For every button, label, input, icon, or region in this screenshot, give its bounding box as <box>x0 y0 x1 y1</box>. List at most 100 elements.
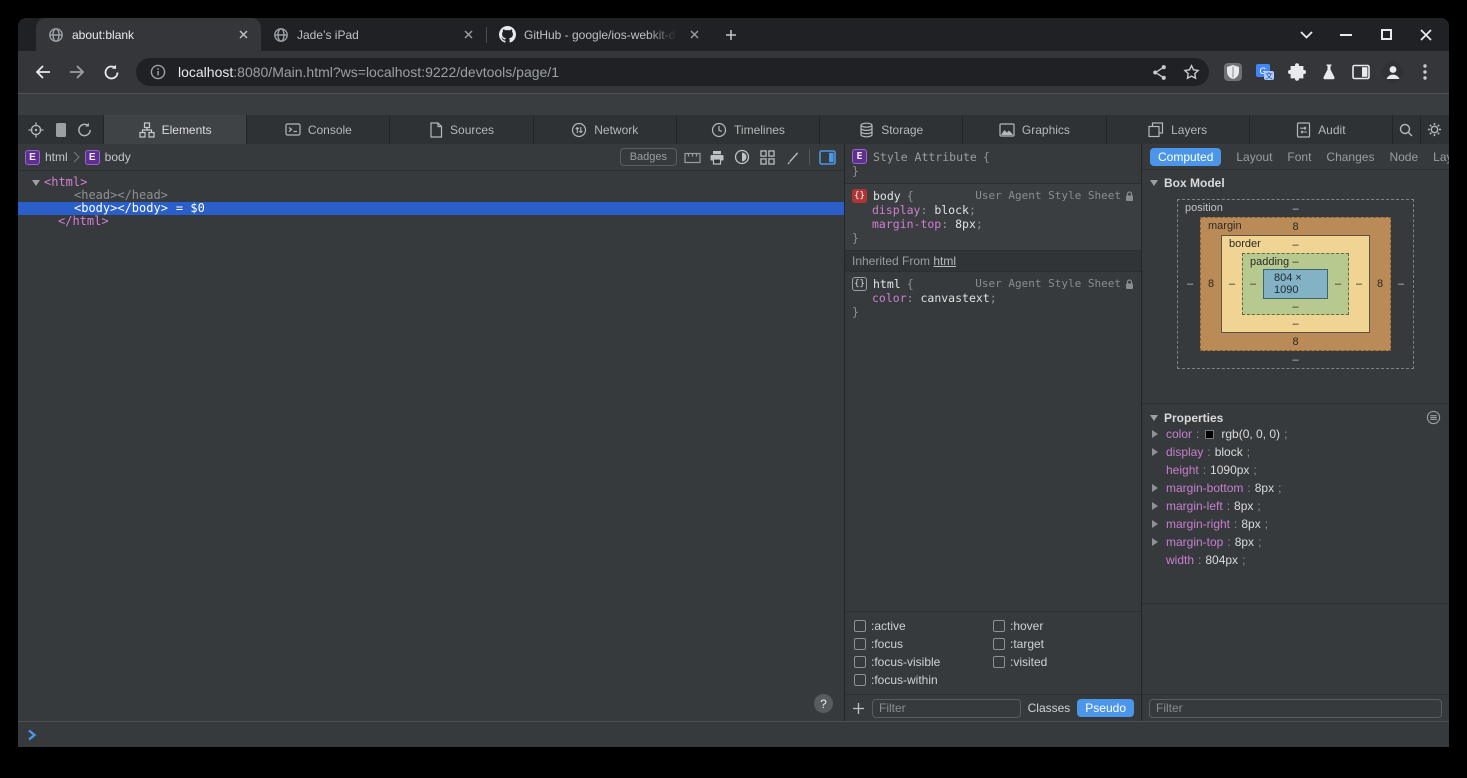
translate-extension-icon[interactable]: G文 <box>1251 58 1279 86</box>
tab-changes[interactable]: Changes <box>1326 150 1374 164</box>
tab-search-chevron-icon[interactable] <box>1299 28 1313 42</box>
tab-close-button[interactable] <box>235 27 251 43</box>
pseudo-hover-checkbox[interactable]: :hover <box>993 619 1132 633</box>
shield-extension-icon[interactable] <box>1219 58 1247 86</box>
breadcrumb-item-body[interactable]: body <box>105 150 131 164</box>
section-title: Style Attribute <box>873 150 977 164</box>
grid-icon[interactable] <box>757 147 777 167</box>
disclosure-triangle[interactable] <box>1150 415 1158 421</box>
tab-close-button[interactable] <box>460 27 476 43</box>
tab-network[interactable]: Network <box>534 115 677 144</box>
computed-filter-input[interactable] <box>1149 699 1442 718</box>
tab-about-blank[interactable]: about:blank <box>36 18 261 51</box>
tab-node[interactable]: Node <box>1389 150 1418 164</box>
classes-button[interactable]: Classes <box>1028 701 1071 715</box>
tab-github[interactable]: GitHub - google/ios-webkit-d <box>487 18 712 51</box>
css-property[interactable]: color: canvastext; <box>852 291 1134 305</box>
back-button[interactable] <box>28 57 58 87</box>
tab-font[interactable]: Font <box>1287 150 1311 164</box>
computed-property-row[interactable]: margin-left:8px; <box>1150 497 1441 515</box>
pseudo-focus-checkbox[interactable]: :focus <box>854 637 993 651</box>
close-window-button[interactable] <box>1419 28 1433 42</box>
minimize-button[interactable] <box>1339 28 1353 42</box>
tab-label: Graphics <box>1022 123 1070 137</box>
ruler-icon[interactable] <box>682 147 702 167</box>
disclosure-triangle[interactable] <box>32 180 40 186</box>
pseudo-target-checkbox[interactable]: :target <box>993 637 1132 651</box>
tab-layout[interactable]: Layout <box>1236 150 1272 164</box>
style-rule-html[interactable]: {} html { User Agent Style Sheet color: … <box>845 272 1141 324</box>
tab-console[interactable]: Console <box>247 115 390 144</box>
box-model-position[interactable]: position – – – – margin 8 8 <box>1177 199 1414 369</box>
extensions-puzzle-icon[interactable] <box>1283 58 1311 86</box>
computed-property-row[interactable]: width:804px; <box>1150 551 1441 569</box>
tab-close-button[interactable] <box>686 27 702 43</box>
address-bar[interactable]: localhost:8080/Main.html?ws=localhost:92… <box>136 58 1209 86</box>
help-button[interactable]: ? <box>814 694 833 713</box>
properties-header[interactable]: Properties <box>1150 410 1441 425</box>
tab-timelines[interactable]: Timelines <box>677 115 820 144</box>
box-model-margin[interactable]: margin 8 8 8 8 border – <box>1200 217 1391 351</box>
new-tab-button[interactable] <box>718 22 744 48</box>
page-content: Elements Console Sources Network Timelin… <box>18 93 1449 747</box>
style-attribute-section[interactable]: E Style Attribute { } <box>845 144 1141 183</box>
maximize-button[interactable] <box>1379 28 1393 42</box>
tab-sources[interactable]: Sources <box>390 115 533 144</box>
details-sidebar-toggle-icon[interactable] <box>817 147 837 167</box>
tab-layers[interactable]: Layers <box>1107 115 1250 144</box>
tab-computed[interactable]: Computed <box>1150 148 1221 166</box>
badges-button[interactable]: Badges <box>620 148 677 166</box>
style-rule-body[interactable]: {} body { User Agent Style Sheet display… <box>845 183 1141 250</box>
profile-avatar[interactable] <box>1379 58 1407 86</box>
browser-menu-icon[interactable] <box>1411 58 1439 86</box>
add-rule-plus-icon[interactable] <box>852 702 865 715</box>
box-model-content-size[interactable]: 804 × 1090 <box>1263 269 1328 299</box>
reload-page-icon[interactable] <box>77 122 93 138</box>
dom-node-body-selected[interactable]: <body></body>= $0 <box>18 202 844 215</box>
pseudo-active-checkbox[interactable]: :active <box>854 619 993 633</box>
pseudo-focus-visible-checkbox[interactable]: :focus-visible <box>854 655 993 669</box>
tab-elements[interactable]: Elements <box>104 115 247 144</box>
breadcrumb-item-html[interactable]: html <box>45 150 68 164</box>
flask-extension-icon[interactable] <box>1315 58 1343 86</box>
tab-graphics[interactable]: Graphics <box>963 115 1106 144</box>
properties-menu-icon[interactable] <box>1426 410 1441 425</box>
bookmark-star-icon[interactable] <box>1179 60 1203 84</box>
quick-console[interactable] <box>18 721 1449 747</box>
computed-property-row[interactable]: margin-bottom:8px; <box>1150 479 1441 497</box>
css-property[interactable]: display: block; <box>852 203 1134 217</box>
tab-audit[interactable]: Audit <box>1250 115 1393 144</box>
share-icon[interactable] <box>1147 60 1171 84</box>
pseudo-focus-within-checkbox[interactable]: :focus-within <box>854 673 993 687</box>
box-model-padding[interactable]: padding – – – – 804 × 1090 <box>1242 253 1349 315</box>
computed-property-row[interactable]: display:block; <box>1150 443 1441 461</box>
print-icon[interactable] <box>707 147 727 167</box>
site-info-icon[interactable] <box>146 60 170 84</box>
computed-property-row[interactable]: margin-top:8px; <box>1150 533 1441 551</box>
styles-filter-input[interactable] <box>872 699 1021 718</box>
compass-icon[interactable] <box>732 147 752 167</box>
reload-button[interactable] <box>96 57 126 87</box>
url-text: localhost:8080/Main.html?ws=localhost:92… <box>178 64 1139 80</box>
box-model-header[interactable]: Box Model <box>1150 176 1441 190</box>
computed-property-row[interactable]: margin-right:8px; <box>1150 515 1441 533</box>
computed-property-row[interactable]: color:rgb(0, 0, 0); <box>1150 425 1441 443</box>
inspector-settings-button[interactable] <box>1421 115 1449 144</box>
brush-icon[interactable] <box>782 147 802 167</box>
tab-jades-ipad[interactable]: Jade’s iPad <box>261 18 486 51</box>
tab-layers-sidebar[interactable]: Layers <box>1433 150 1449 164</box>
device-icon[interactable] <box>55 122 67 138</box>
pseudo-button[interactable]: Pseudo <box>1077 699 1134 717</box>
inherited-html-link[interactable]: html <box>933 254 956 268</box>
dom-node-html-close[interactable]: </html> <box>18 215 844 228</box>
disclosure-triangle[interactable] <box>1150 180 1158 186</box>
inspector-search-button[interactable] <box>1393 115 1421 144</box>
css-property[interactable]: margin-top: 8px; <box>852 217 1134 231</box>
pseudo-visited-checkbox[interactable]: :visited <box>993 655 1132 669</box>
forward-button[interactable] <box>62 57 92 87</box>
tab-storage[interactable]: Storage <box>820 115 963 144</box>
inspect-element-icon[interactable] <box>28 122 44 138</box>
computed-property-row[interactable]: height:1090px; <box>1150 461 1441 479</box>
box-model-border[interactable]: border – – – – padding <box>1221 235 1370 333</box>
side-panel-icon[interactable] <box>1347 58 1375 86</box>
